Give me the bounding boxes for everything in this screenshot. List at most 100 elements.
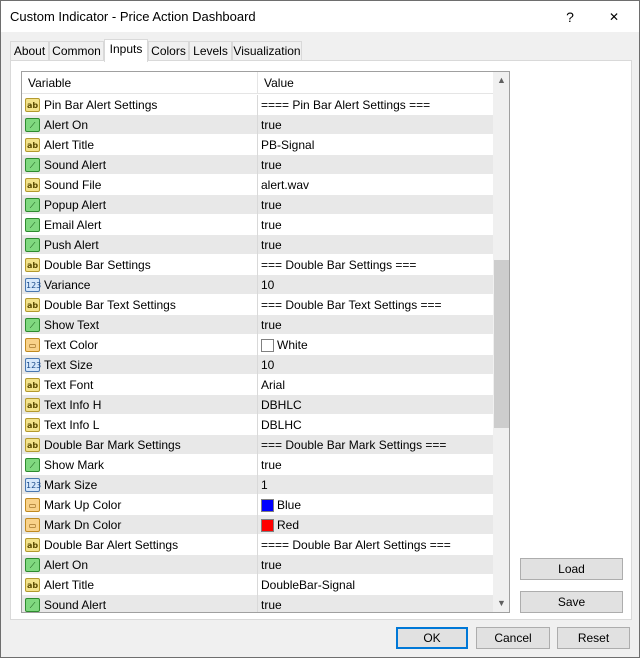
vertical-scrollbar[interactable]: ▲ ▼ [493,72,509,612]
table-row[interactable]: ⟋ Email Alert true [22,215,493,235]
value-cell[interactable]: === Double Bar Settings === [259,255,493,275]
table-row[interactable]: ⟋ Show Mark true [22,455,493,475]
variable-cell: ab Double Bar Alert Settings [22,535,258,555]
table-row[interactable]: ab Pin Bar Alert Settings ==== Pin Bar Ale… [22,95,493,115]
value-text: DBHLC [261,398,302,412]
variable-name: Text Size [44,358,93,372]
table-row[interactable]: 123 Mark Size 1 [22,475,493,495]
indicator-dialog: Custom Indicator - Price Action Dashboar… [0,0,640,658]
help-button[interactable]: ? [558,5,582,29]
table-row[interactable]: 123 Text Size 10 [22,355,493,375]
value-cell[interactable]: ==== Pin Bar Alert Settings === [259,95,493,115]
column-header-variable[interactable]: Variable [22,72,258,94]
boolean-type-icon: ⟋ [25,198,40,212]
tab-colors[interactable]: Colors [148,41,189,61]
value-cell[interactable]: ==== Double Bar Alert Settings === [259,535,493,555]
tab-levels[interactable]: Levels [189,41,232,61]
value-cell[interactable]: Blue [259,495,493,515]
tab-visualization[interactable]: Visualization [232,41,302,61]
table-row[interactable]: ⟋ Show Text true [22,315,493,335]
save-button[interactable]: Save [520,591,623,613]
value-cell[interactable]: White [259,335,493,355]
table-row[interactable]: ab Double Bar Mark Settings === Double Ba… [22,435,493,455]
text-type-icon: ab [25,378,40,392]
variable-name: Text Info L [44,418,100,432]
table-row[interactable]: ab Alert Title DoubleBar-Signal [22,575,493,595]
boolean-type-icon: ⟋ [25,318,40,332]
variable-name: Sound Alert [44,158,107,172]
value-cell[interactable]: DoubleBar-Signal [259,575,493,595]
value-cell[interactable]: true [259,155,493,175]
table-row[interactable]: ab Sound File alert.wav [22,175,493,195]
table-row[interactable]: ⟋ Alert On true [22,555,493,575]
text-type-icon: ab [25,438,40,452]
variable-cell: ab Alert Title [22,575,258,595]
value-cell[interactable]: === Double Bar Text Settings === [259,295,493,315]
text-type-icon: ab [25,258,40,272]
column-header-value[interactable]: Value [258,72,493,94]
scroll-down-icon[interactable]: ▼ [493,595,509,612]
variable-name: Show Mark [44,458,105,472]
table-row[interactable]: ⟋ Popup Alert true [22,195,493,215]
table-row[interactable]: ⟋ Sound Alert true [22,155,493,175]
table-row[interactable]: ⟋ Sound Alert true [22,595,493,612]
table-row[interactable]: ⟋ Alert On true [22,115,493,135]
value-cell[interactable]: true [259,595,493,612]
value-cell[interactable]: 10 [259,275,493,295]
value-text: 1 [261,478,268,492]
scroll-up-icon[interactable]: ▲ [493,72,509,89]
value-cell[interactable]: true [259,315,493,335]
color-type-icon: ▭ [25,518,40,532]
table-row[interactable]: ▭ Text Color White [22,335,493,355]
value-cell[interactable]: === Double Bar Mark Settings === [259,435,493,455]
table-row[interactable]: ab Double Bar Alert Settings ==== Double B… [22,535,493,555]
value-cell[interactable]: Red [259,515,493,535]
tab-common[interactable]: Common [49,41,104,61]
scroll-thumb[interactable] [494,260,509,428]
table-row[interactable]: ⟋ Push Alert true [22,235,493,255]
table-row[interactable]: ab Text Font Arial [22,375,493,395]
reset-button[interactable]: Reset [557,627,630,649]
variable-name: Show Text [44,318,100,332]
value-cell[interactable]: 10 [259,355,493,375]
table-row[interactable]: ab Alert Title PB-Signal [22,135,493,155]
ok-button[interactable]: OK [396,627,468,649]
value-text: true [261,218,282,232]
value-cell[interactable]: true [259,215,493,235]
table-row[interactable]: ab Double Bar Settings === Double Bar Set… [22,255,493,275]
variable-cell: ab Alert Title [22,135,258,155]
load-button[interactable]: Load [520,558,623,580]
variable-cell: ⟋ Sound Alert [22,595,258,612]
table-row[interactable]: ▭ Mark Dn Color Red [22,515,493,535]
table-row[interactable]: ▭ Mark Up Color Blue [22,495,493,515]
value-cell[interactable]: Arial [259,375,493,395]
value-cell[interactable]: true [259,235,493,255]
close-button[interactable]: ✕ [599,5,629,29]
value-cell[interactable]: PB-Signal [259,135,493,155]
value-text: true [261,458,282,472]
variable-cell: ⟋ Show Mark [22,455,258,475]
variable-cell: ▭ Text Color [22,335,258,355]
table-row[interactable]: ab Text Info L DBLHC [22,415,493,435]
table-row[interactable]: ab Text Info H DBHLC [22,395,493,415]
table-row[interactable]: ab Double Bar Text Settings === Double Ba… [22,295,493,315]
value-text: Red [277,518,300,532]
variable-cell: ⟋ Alert On [22,115,258,135]
value-cell[interactable]: true [259,115,493,135]
value-cell[interactable]: true [259,455,493,475]
value-text: true [261,598,282,612]
value-cell[interactable]: alert.wav [259,175,493,195]
number-type-icon: 123 [25,478,41,492]
value-cell[interactable]: true [259,555,493,575]
tab-inputs[interactable]: Inputs [104,39,148,62]
boolean-type-icon: ⟋ [25,598,40,612]
value-text: 10 [261,278,275,292]
value-cell[interactable]: true [259,195,493,215]
value-cell[interactable]: DBHLC [259,395,493,415]
tab-about[interactable]: About [10,41,49,61]
table-row[interactable]: 123 Variance 10 [22,275,493,295]
value-cell[interactable]: 1 [259,475,493,495]
cancel-button[interactable]: Cancel [476,627,550,649]
value-text: true [261,318,282,332]
value-cell[interactable]: DBLHC [259,415,493,435]
